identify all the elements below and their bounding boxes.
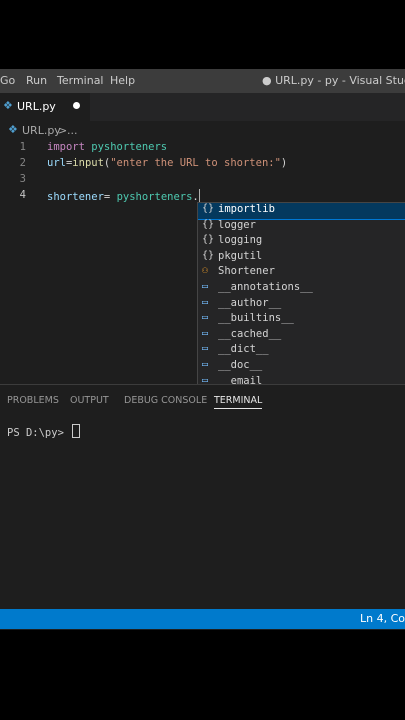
suggestion-label: logging xyxy=(218,234,263,247)
suggestion-label: __dict__ xyxy=(218,343,269,356)
code-line: 3 xyxy=(0,173,405,189)
menu-run[interactable]: Run xyxy=(26,74,47,87)
field-icon: ▭ xyxy=(202,358,209,370)
field-icon: ▭ xyxy=(202,280,209,292)
keyword-import: import xyxy=(47,141,85,153)
tab-terminal[interactable]: TERMINAL xyxy=(214,395,263,409)
field-icon: ▭ xyxy=(202,312,209,324)
vscode-window: Go Run Terminal Help ● URL.py - py - Vis… xyxy=(0,69,405,630)
breadcrumb-separator: > xyxy=(58,124,68,137)
suggestion-item[interactable]: ⚇ Shortener xyxy=(198,265,405,281)
variable: shortener xyxy=(47,191,104,203)
tab-output[interactable]: OUTPUT xyxy=(70,395,109,406)
module-icon: {} xyxy=(202,218,215,230)
terminal[interactable]: PS D:\py> xyxy=(7,424,81,439)
tab-url-py[interactable]: ❖ URL.py xyxy=(0,93,90,121)
suggestion-item[interactable]: ▭ __doc__ xyxy=(198,359,405,375)
suggestion-item[interactable]: ▭ __builtins__ xyxy=(198,312,405,328)
terminal-cursor xyxy=(72,424,81,438)
code-text: shortener= pyshorteners. xyxy=(47,189,200,203)
breadcrumb: ❖ URL.py > ... xyxy=(0,121,405,141)
suggestion-item[interactable]: {} pkgutil xyxy=(198,250,405,266)
tab-debug-console[interactable]: DEBUG CONSOLE xyxy=(124,395,207,406)
suggestion-item[interactable]: {} logging xyxy=(198,234,405,250)
code-line: 2 url=input("enter the URL to shorten:") xyxy=(0,157,405,173)
editor-tab-bar: ❖ URL.py xyxy=(0,93,405,121)
suggestion-item[interactable]: {} importlib xyxy=(198,203,405,220)
menu-bar: Go Run Terminal Help ● URL.py - py - Vis… xyxy=(0,69,405,93)
module-icon: {} xyxy=(202,203,215,214)
function-name: input xyxy=(72,157,104,169)
menu-terminal[interactable]: Terminal xyxy=(57,74,104,87)
field-icon: ▭ xyxy=(202,327,209,339)
suggestion-label: __doc__ xyxy=(218,358,263,371)
suggestion-label: pkgutil xyxy=(218,249,263,262)
line-number: 2 xyxy=(19,157,26,169)
code-text: import pyshorteners xyxy=(47,141,167,153)
cursor-position[interactable]: Ln 4, Col 2 xyxy=(360,612,405,625)
string-literal: "enter the URL to shorten:" xyxy=(110,157,281,169)
window-title: ● URL.py - py - Visual Studio Code xyxy=(262,74,405,87)
menu-help[interactable]: Help xyxy=(110,74,135,87)
suggestion-item[interactable]: ▭ __dict__ xyxy=(198,343,405,359)
terminal-prompt: PS D:\py> xyxy=(7,427,71,439)
line-number: 3 xyxy=(19,173,26,185)
variable: url xyxy=(47,157,66,169)
status-bar: Ln 4, Col 2 xyxy=(0,609,405,629)
line-number: 4 xyxy=(19,189,26,201)
suggestion-label: logger xyxy=(218,218,256,231)
unsaved-dot-icon[interactable] xyxy=(73,102,80,109)
breadcrumb-file[interactable]: URL.py xyxy=(22,124,61,137)
text-cursor xyxy=(198,189,200,202)
breadcrumb-more[interactable]: ... xyxy=(67,124,78,137)
field-icon: ▭ xyxy=(202,296,209,308)
bottom-panel: PROBLEMS OUTPUT DEBUG CONSOLE TERMINAL P… xyxy=(0,384,405,611)
suggestion-item[interactable]: {} logger xyxy=(198,219,405,235)
suggestion-label: __cached__ xyxy=(218,327,282,340)
line-number: 1 xyxy=(19,141,26,153)
tab-problems[interactable]: PROBLEMS xyxy=(7,395,59,406)
suggestion-item[interactable]: ▭ __annotations__ xyxy=(198,281,405,297)
suggestion-item[interactable]: ▭ __author__ xyxy=(198,297,405,313)
code-text: url=input("enter the URL to shorten:") xyxy=(47,157,287,169)
autocomplete-widget[interactable]: {} importlib{} logger{} logging{} pkgutil ⚇ Sh… xyxy=(197,202,405,394)
python-file-icon: ❖ xyxy=(8,123,18,136)
operator: = xyxy=(103,191,117,203)
class-icon: ⚇ xyxy=(202,265,209,277)
module-icon: {} xyxy=(202,249,215,261)
field-icon: ▭ xyxy=(202,343,209,355)
suggestion-label: importlib xyxy=(218,203,275,215)
code-line: 1 import pyshorteners xyxy=(0,141,405,157)
python-file-icon: ❖ xyxy=(3,99,13,112)
suggestion-label: __annotations__ xyxy=(218,280,313,293)
module-name: pyshorteners xyxy=(84,141,168,153)
tab-label: URL.py xyxy=(17,100,56,113)
module-icon: {} xyxy=(202,234,215,246)
suggestion-item[interactable]: ▭ __cached__ xyxy=(198,328,405,344)
suggestion-label: __author__ xyxy=(218,296,282,309)
module-name: pyshorteners xyxy=(116,191,193,203)
suggestion-label: __builtins__ xyxy=(218,312,294,325)
suggestion-label: Shortener xyxy=(218,265,275,278)
menu-go[interactable]: Go xyxy=(0,74,15,87)
paren-close: ) xyxy=(280,157,288,169)
